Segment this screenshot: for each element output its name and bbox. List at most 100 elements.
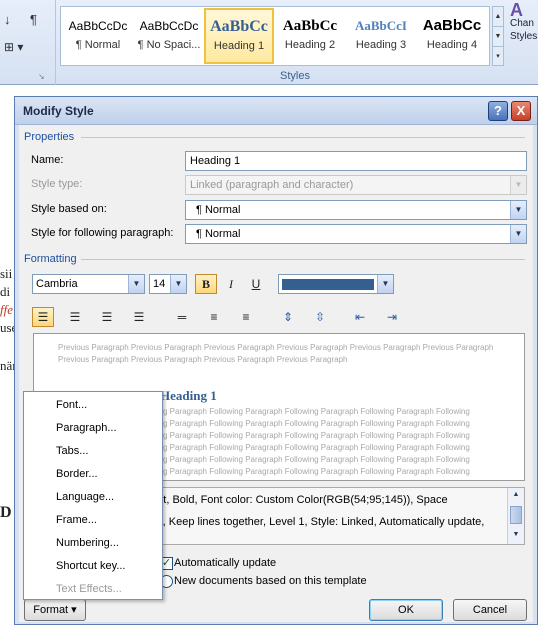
increase-spacing-icon[interactable]: ⇕ [277, 307, 299, 327]
gallery-scroll: ▲ ▼ ▾ [492, 6, 504, 66]
font-value: Cambria [36, 278, 78, 290]
doc-text: sii [0, 266, 13, 281]
close-button[interactable]: X [511, 101, 531, 121]
name-label: Name: [31, 154, 64, 166]
gallery-more-icon[interactable]: ▾ [493, 47, 503, 67]
style-sample: AaBbCc [210, 18, 268, 35]
doc-text: D [0, 504, 12, 521]
style-name: Heading 3 [355, 39, 407, 51]
borders-icon[interactable]: ⊞ ▾ [4, 40, 23, 54]
based-on-value: ¶ Normal [196, 204, 241, 216]
style-sample: AaBbCcDc [68, 19, 128, 33]
dialog-titlebar[interactable]: Modify Style ? X [15, 97, 537, 125]
change-styles-label-1: Chan [510, 18, 534, 29]
bold-button[interactable]: B [195, 274, 217, 294]
dialog-title: Modify Style [23, 104, 94, 118]
menu-item-paragraph[interactable]: Paragraph... [24, 417, 162, 440]
align-left-icon[interactable]: ☰ [32, 307, 54, 327]
style-no-spacing[interactable]: AaBbCcDc ¶ No Spaci... [134, 9, 204, 63]
change-styles-icon: A [510, 0, 523, 20]
menu-item-border[interactable]: Border... [24, 463, 162, 486]
properties-section-label: Properties [24, 131, 75, 143]
format-menu: Font... Paragraph... Tabs... Border... L… [23, 391, 163, 600]
help-button[interactable]: ? [488, 101, 508, 121]
style-name: ¶ No Spaci... [137, 39, 201, 51]
style-normal[interactable]: AaBbCcDc ¶ Normal [63, 9, 133, 63]
style-sample: AaBbCcI [354, 18, 407, 33]
gallery-up-icon[interactable]: ▲ [493, 7, 503, 27]
font-color-swatch [282, 279, 374, 290]
justify-icon[interactable]: ☰ [128, 307, 150, 327]
preview-heading: Heading 1 [160, 388, 217, 403]
format-button[interactable]: Format ▾ [24, 599, 86, 621]
menu-item-shortcut-key[interactable]: Shortcut key... [24, 555, 162, 578]
description-scrollbar[interactable]: ▲ ▼ [507, 488, 524, 544]
underline-button[interactable]: U [245, 274, 267, 294]
decrease-spacing-icon[interactable]: ⇳ [309, 307, 331, 327]
auto-update-label: Automatically update [174, 557, 277, 569]
style-name: Heading 1 [213, 40, 265, 52]
based-on-select[interactable]: ¶ Normal ▼ [185, 200, 527, 220]
name-input[interactable]: Heading 1 [185, 151, 527, 171]
style-name: Heading 2 [284, 39, 336, 51]
based-on-label: Style based on: [31, 203, 107, 215]
style-heading-3[interactable]: AaBbCcI Heading 3 [346, 9, 416, 63]
preview-previous-text: Previous Paragraph Previous Paragraph Pr… [58, 343, 494, 352]
chevron-down-icon[interactable]: ▼ [170, 275, 186, 293]
style-heading-1[interactable]: AaBbCc Heading 1 [204, 8, 274, 64]
increase-indent-icon[interactable]: ⇥ [381, 307, 403, 327]
scroll-up-icon[interactable]: ▲ [508, 488, 524, 502]
chevron-down-icon: ▼ [510, 176, 526, 194]
divider [81, 137, 525, 138]
change-styles-label-2: Styles [510, 31, 538, 42]
menu-item-font[interactable]: Font... [24, 394, 162, 417]
one-half-spacing-icon[interactable]: ≡ [203, 307, 225, 327]
menu-item-frame[interactable]: Frame... [24, 509, 162, 532]
following-label: Style for following paragraph: [31, 227, 174, 239]
cancel-button[interactable]: Cancel [453, 599, 527, 621]
scroll-down-icon[interactable]: ▼ [508, 528, 524, 542]
style-type-label: Style type: [31, 178, 83, 190]
menu-item-tabs[interactable]: Tabs... [24, 440, 162, 463]
styles-group-label: Styles [280, 70, 310, 82]
quick-styles-gallery: AaBbCcDc ¶ Normal AaBbCcDc ¶ No Spaci...… [60, 6, 490, 66]
italic-button[interactable]: I [220, 274, 242, 294]
font-size-value: 14 [153, 278, 166, 290]
dialog-launcher-icon[interactable]: ↘ [38, 72, 45, 81]
new-docs-label: New documents based on this template [174, 575, 367, 587]
sort-icon[interactable]: ↓ [4, 12, 11, 27]
align-center-icon[interactable]: ☰ [64, 307, 86, 327]
chevron-down-icon[interactable]: ▼ [510, 201, 526, 219]
description-line: ext, Keep lines together, Level 1, Style… [148, 516, 485, 528]
chevron-down-icon[interactable]: ▼ [510, 225, 526, 243]
decrease-indent-icon[interactable]: ⇤ [349, 307, 371, 327]
following-value: ¶ Normal [196, 228, 241, 240]
single-spacing-icon[interactable]: ═ [171, 307, 193, 327]
formatting-section-label: Formatting [24, 253, 77, 265]
font-color-select[interactable]: ▼ [278, 274, 394, 294]
pilcrow-icon[interactable]: ¶ [30, 12, 37, 27]
font-size-select[interactable]: 14 ▼ [149, 274, 187, 294]
ok-button[interactable]: OK [369, 599, 443, 621]
ribbon: ↓ ¶ ⊞ ▾ AaBbCcDc ¶ Normal AaBbCcDc ¶ No … [0, 0, 538, 85]
style-type-value: Linked (paragraph and character) [190, 179, 354, 191]
following-select[interactable]: ¶ Normal ▼ [185, 224, 527, 244]
doc-text: di [0, 284, 11, 299]
chevron-down-icon[interactable]: ▼ [377, 275, 393, 293]
gallery-down-icon[interactable]: ▼ [493, 27, 503, 47]
style-heading-2[interactable]: AaBbCc Heading 2 [275, 9, 345, 63]
align-right-icon[interactable]: ☰ [96, 307, 118, 327]
change-styles-button[interactable]: A Chan Styles [510, 0, 538, 43]
style-heading-4[interactable]: AaBbCc Heading 4 [417, 9, 487, 63]
double-spacing-icon[interactable]: ≡ [235, 307, 257, 327]
font-select[interactable]: Cambria ▼ [32, 274, 145, 294]
description-line: 4 pt, Bold, Font color: Custom Color(RGB… [148, 494, 448, 506]
style-sample: AaBbCcDc [139, 19, 199, 33]
divider [81, 259, 525, 260]
scroll-thumb[interactable] [510, 506, 522, 524]
doc-text: ffe [0, 302, 13, 317]
menu-item-language[interactable]: Language... [24, 486, 162, 509]
menu-item-numbering[interactable]: Numbering... [24, 532, 162, 555]
style-type-select: Linked (paragraph and character) ▼ [185, 175, 527, 195]
chevron-down-icon[interactable]: ▼ [128, 275, 144, 293]
